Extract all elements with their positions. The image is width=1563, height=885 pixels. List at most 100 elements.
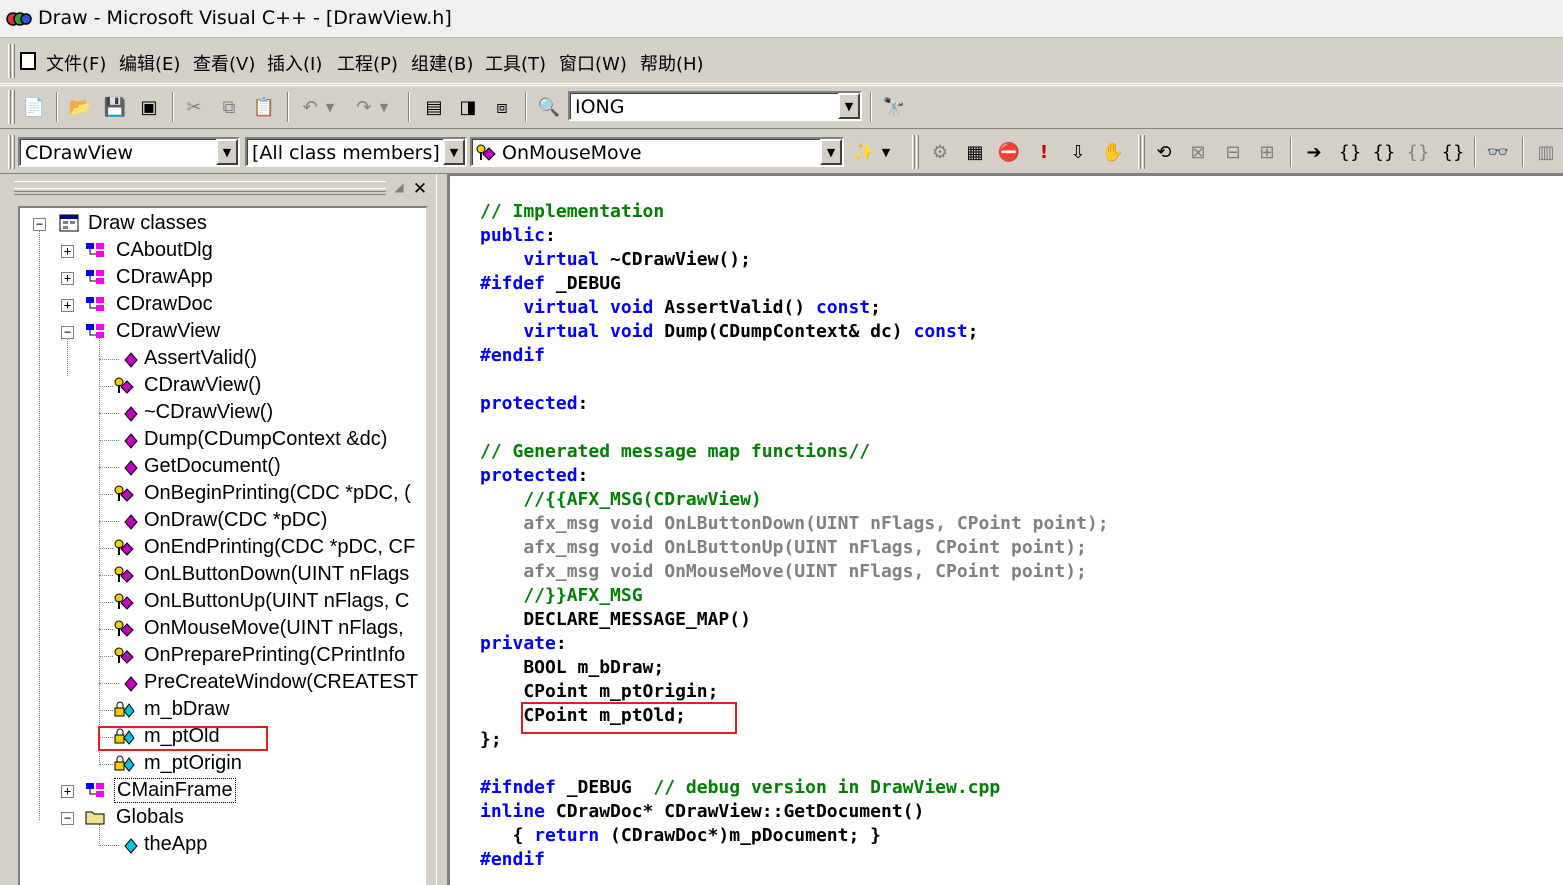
undo-dropdown-icon[interactable]: ▼ [322,93,338,121]
document-icon[interactable] [20,52,36,70]
cut-icon[interactable]: ✂ [180,93,208,121]
undo-icon[interactable]: ↶ [296,93,324,121]
stop-build-icon[interactable]: ⛔ [995,138,1023,166]
restart-icon[interactable]: ⟲ [1150,138,1178,166]
show-next-statement-icon[interactable]: ➔ [1300,138,1328,166]
tree-member[interactable]: OnLButtonUp(UINT nFlags, C [144,590,409,613]
stop-debugging-icon[interactable]: ⊠ [1184,138,1212,166]
tree-member[interactable]: m_bDraw [144,698,230,721]
menu-window[interactable]: 窗口(W) [559,50,627,76]
tree-member[interactable]: CDrawView() [144,374,261,397]
tree-member[interactable]: PreCreateWindow(CREATEST [144,671,418,694]
tree-class-cdrawdoc[interactable]: CDrawDoc [116,293,213,316]
tree-member[interactable]: AssertValid() [144,347,257,370]
tree-line [99,467,119,468]
save-all-icon[interactable]: ▣ [135,93,163,121]
menu-file[interactable]: 文件(F) [46,50,106,76]
window-list-icon[interactable]: ⧈ [488,93,516,121]
menu-tools[interactable]: 工具(T) [485,50,546,76]
build-icon[interactable]: ▦ [961,138,989,166]
chevron-down-icon[interactable]: ▼ [838,93,860,119]
wizardbar-grip[interactable] [8,135,11,169]
new-text-file-icon[interactable]: 📄 [20,93,48,121]
tree-member[interactable]: OnLButtonDown(UINT nFlags [144,563,409,586]
tree-class-cdrawview[interactable]: CDrawView [116,320,220,343]
tree-class-cmainframe[interactable]: CMainFrame [114,778,236,803]
filter-combo[interactable]: [All class members] ▼ [245,137,467,167]
chevron-down-icon[interactable]: ▼ [820,139,842,165]
collapse-toggle[interactable]: − [61,812,74,825]
tree-global-theapp[interactable]: theApp [144,833,207,856]
menu-edit[interactable]: 编辑(E) [119,50,180,76]
tree-member[interactable]: OnEndPrinting(CDC *pDC, CF [144,536,415,559]
pane-splitter[interactable] [436,174,448,885]
tree-member[interactable]: ~CDrawView() [144,401,273,424]
execute-icon[interactable]: ! [1030,138,1058,166]
step-into-icon[interactable]: {} [1336,138,1364,166]
find-combo[interactable]: IONG ▼ [568,91,862,121]
redo-icon[interactable]: ↷ [350,93,378,121]
code-line: #endif [480,849,546,870]
menu-view[interactable]: 查看(V) [193,50,255,76]
output-icon[interactable]: ◨ [454,93,482,121]
close-icon[interactable]: ✕ [411,179,429,199]
debug-grip[interactable] [1138,135,1141,169]
tree-member[interactable]: OnPreparePrinting(CPrintInfo [144,644,405,667]
collapse-toggle[interactable]: − [61,326,74,339]
expand-toggle[interactable]: + [61,245,74,258]
break-execution-icon[interactable]: ⊟ [1219,138,1247,166]
tree-class-cdrawapp[interactable]: CDrawApp [116,266,213,289]
tree-member[interactable]: GetDocument() [144,455,281,478]
wizard-action-dropdown-icon[interactable]: ▼ [878,138,894,166]
tree-member[interactable]: Dump(CDumpContext &dc) [144,428,387,451]
expand-toggle[interactable]: + [61,299,74,312]
redo-dropdown-icon[interactable]: ▼ [376,93,392,121]
chevron-down-icon[interactable]: ▼ [216,139,238,165]
class-combo[interactable]: CDrawView ▼ [18,137,240,167]
menu-help[interactable]: 帮助(H) [640,50,704,76]
collapse-toggle[interactable]: − [33,218,46,231]
menu-build[interactable]: 组建(B) [411,50,473,76]
menu-insert[interactable]: 插入(I) [267,50,322,76]
compile-icon[interactable]: ⚙ [926,138,954,166]
save-icon[interactable]: 💾 [101,93,129,121]
wizard-action-icon[interactable]: ✨ [850,138,878,166]
find-in-files-icon[interactable]: 🔍 [535,93,563,121]
paste-icon[interactable]: 📋 [250,93,278,121]
code-line: protected: [480,393,588,414]
go-icon[interactable]: ⇩ [1064,138,1092,166]
apply-code-changes-icon[interactable]: ⊞ [1253,138,1281,166]
run-to-cursor-icon[interactable]: {} [1439,138,1467,166]
quickwatch-icon[interactable]: 👓 [1484,138,1512,166]
tree-member[interactable]: OnDraw(CDC *pDC) [144,509,327,532]
workspace-icon[interactable]: ▤ [420,93,448,121]
menu-grip[interactable] [8,44,11,78]
breakpoint-icon[interactable]: ✋ [1099,138,1127,166]
maximize-icon[interactable]: ◢ [390,180,408,198]
menu-project[interactable]: 工程(P) [337,50,398,76]
tree-member[interactable]: m_ptOrigin [144,752,242,775]
chevron-down-icon[interactable]: ▼ [443,139,465,165]
toolbar-grip[interactable] [8,90,11,124]
tree-class-caboutdlg[interactable]: CAboutDlg [116,239,213,262]
tree-member[interactable]: OnMouseMove(UINT nFlags, [144,617,404,640]
tree-root-draw-classes[interactable]: Draw classes [88,212,207,235]
expand-toggle[interactable]: + [61,272,74,285]
menu-grip-2 [12,44,15,78]
step-out-icon[interactable]: {} [1404,138,1432,166]
build-grip[interactable] [912,135,915,169]
search-icon[interactable]: 🔭 [880,93,908,121]
tree-folder-globals[interactable]: Globals [116,806,184,829]
step-over-icon[interactable]: {} [1370,138,1398,166]
separator [287,92,289,122]
tree-line [99,764,113,765]
expand-toggle[interactable]: + [61,785,74,798]
member-combo[interactable]: OnMouseMove ▼ [470,137,844,167]
tree-line [99,338,100,765]
open-icon[interactable]: 📂 [66,93,94,121]
watch-icon[interactable]: ▥ [1532,138,1560,166]
copy-icon[interactable]: ⧉ [215,93,243,121]
code-editor[interactable]: // Implementation public: virtual ~CDraw… [448,174,1563,885]
tree-member[interactable]: OnBeginPrinting(CDC *pDC, ( [144,482,411,505]
keyword: const [815,297,871,318]
